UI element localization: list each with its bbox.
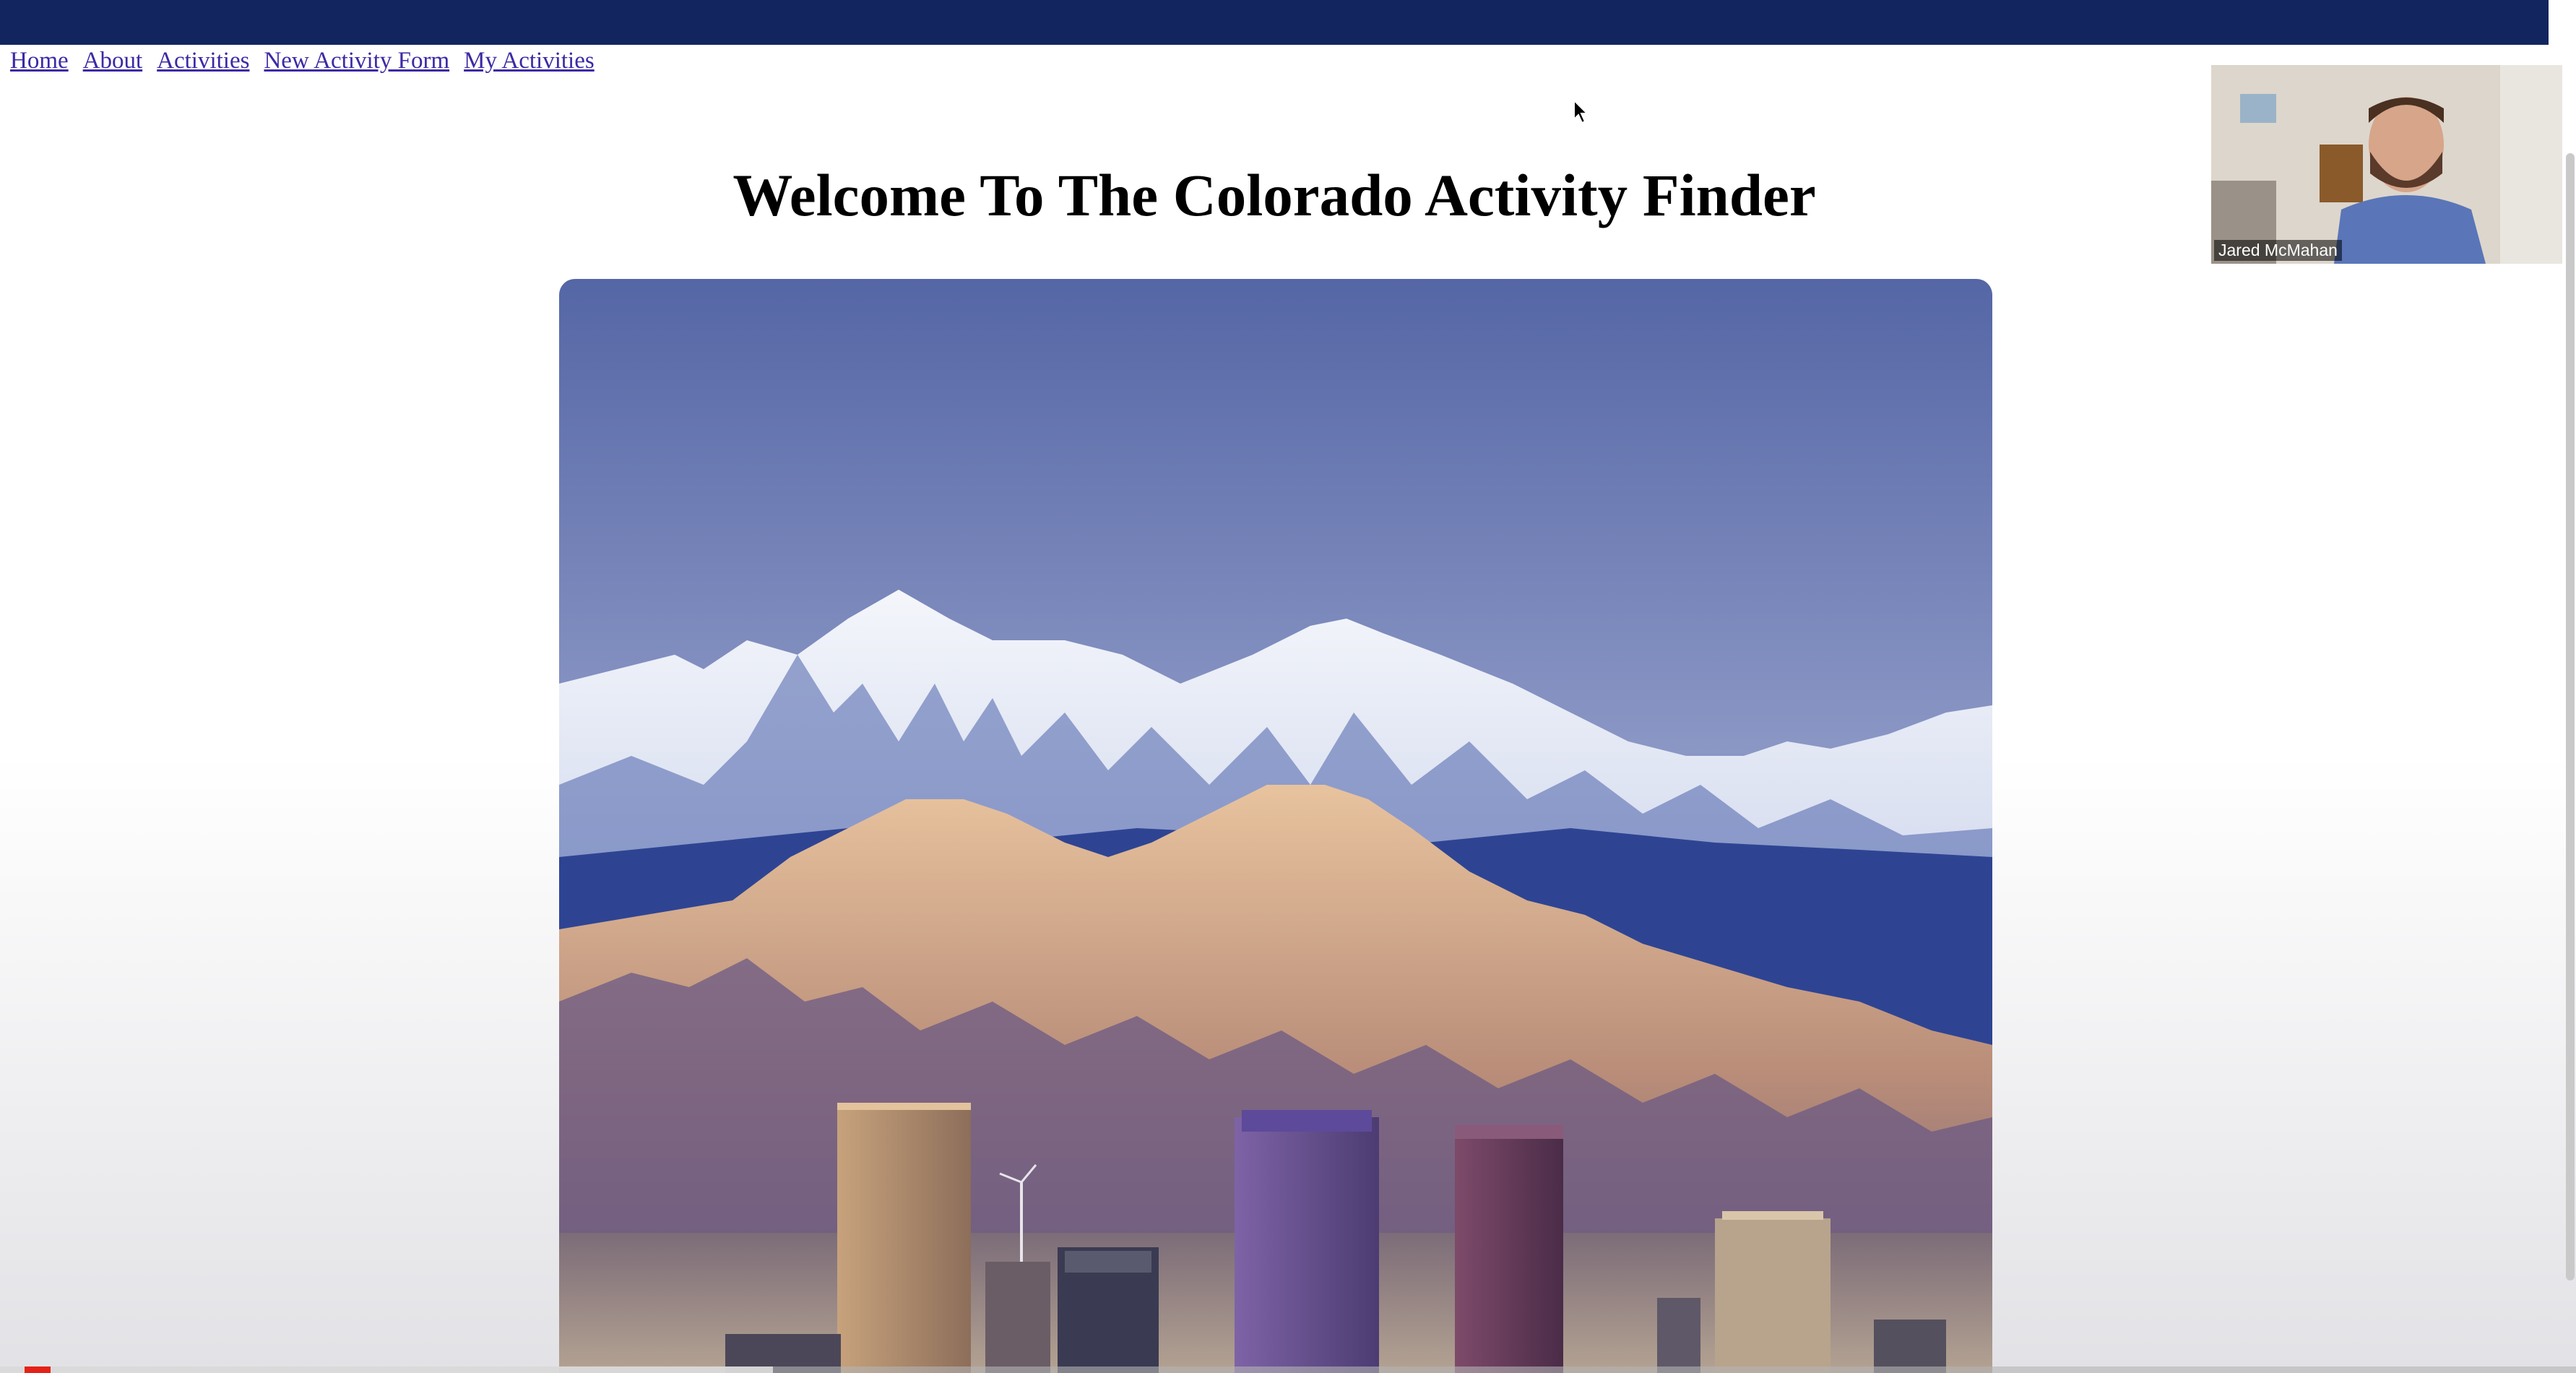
- page-title: Welcome To The Colorado Activity Finder: [732, 162, 1816, 228]
- scrollbar-thumb[interactable]: [2566, 153, 2575, 1281]
- main-nav: Home About Activities New Activity Form …: [10, 48, 595, 74]
- video-progress-marker[interactable]: [25, 1366, 51, 1373]
- nav-link-my-activities[interactable]: My Activities: [464, 48, 595, 74]
- video-progress-fill: [0, 1366, 773, 1373]
- nav-link-activities[interactable]: Activities: [157, 48, 249, 74]
- nav-link-new-activity-form[interactable]: New Activity Form: [264, 48, 449, 74]
- video-progress-bar[interactable]: [0, 1366, 2576, 1373]
- participant-avatar: [2211, 65, 2562, 264]
- nav-link-home[interactable]: Home: [10, 48, 69, 74]
- page-scrollbar[interactable]: [2564, 45, 2576, 1281]
- mouse-pointer-icon: [1573, 98, 1589, 128]
- browser-viewport: Home About Activities New Activity Form …: [0, 0, 2576, 1373]
- video-call-overlay: Jared McMahan: [2211, 65, 2562, 264]
- nav-link-about[interactable]: About: [83, 48, 143, 74]
- top-banner: [0, 0, 2549, 45]
- participant-name: Jared McMahan: [2214, 240, 2342, 261]
- hero-image: [559, 279, 1992, 1373]
